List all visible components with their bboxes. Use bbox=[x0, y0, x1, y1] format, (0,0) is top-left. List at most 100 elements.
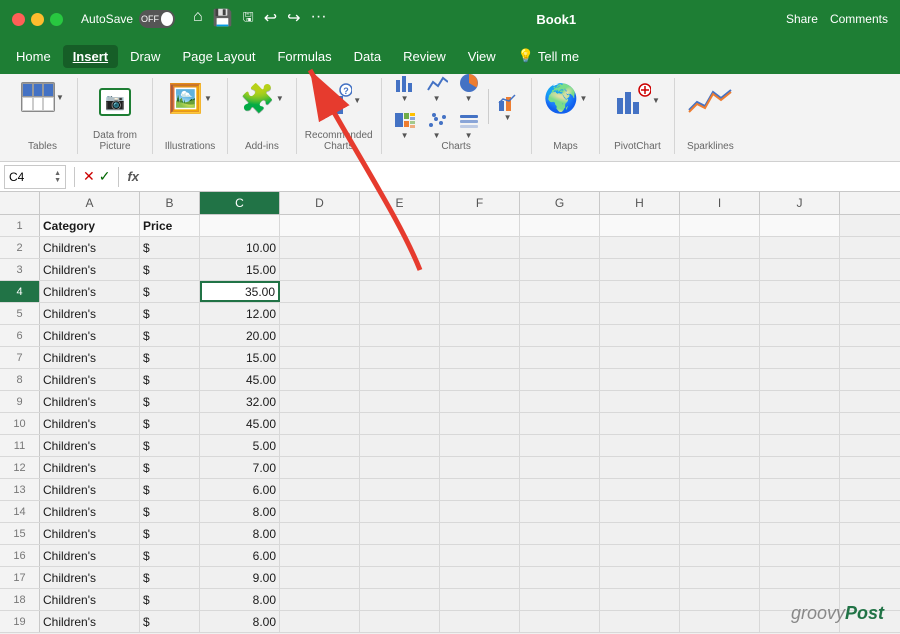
cell-d19[interactable] bbox=[280, 611, 360, 632]
cell-f13[interactable] bbox=[440, 479, 520, 500]
menu-page-layout[interactable]: Page Layout bbox=[172, 45, 265, 68]
cell-c2[interactable]: 10.00 bbox=[200, 237, 280, 258]
cancel-formula-icon[interactable]: ✕ bbox=[83, 168, 95, 185]
cell-a14[interactable]: Children's bbox=[40, 501, 140, 522]
cell-b15[interactable]: $ bbox=[140, 523, 200, 544]
cell-g11[interactable] bbox=[520, 435, 600, 456]
cell-d3[interactable] bbox=[280, 259, 360, 280]
cell-b18[interactable]: $ bbox=[140, 589, 200, 610]
cell-j13[interactable] bbox=[760, 479, 840, 500]
cell-f4[interactable] bbox=[440, 281, 520, 302]
cell-f9[interactable] bbox=[440, 391, 520, 412]
cell-d9[interactable] bbox=[280, 391, 360, 412]
cell-b2[interactable]: $ bbox=[140, 237, 200, 258]
cell-a1[interactable]: Category bbox=[40, 215, 140, 236]
col-header-c[interactable]: C bbox=[200, 192, 280, 214]
cell-f12[interactable] bbox=[440, 457, 520, 478]
cell-b12[interactable]: $ bbox=[140, 457, 200, 478]
cell-i13[interactable] bbox=[680, 479, 760, 500]
cell-j9[interactable] bbox=[760, 391, 840, 412]
cell-j4[interactable] bbox=[760, 281, 840, 302]
cell-h8[interactable] bbox=[600, 369, 680, 390]
cell-j1[interactable] bbox=[760, 215, 840, 236]
menu-tell-me[interactable]: 💡 Tell me bbox=[508, 44, 589, 68]
data-from-picture-button[interactable]: 📷 bbox=[91, 80, 139, 124]
cell-g17[interactable] bbox=[520, 567, 600, 588]
cell-a4[interactable]: Children's bbox=[40, 281, 140, 302]
minimize-button[interactable] bbox=[31, 13, 44, 26]
cell-b8[interactable]: $ bbox=[140, 369, 200, 390]
cell-f1[interactable] bbox=[440, 215, 520, 236]
col-header-i[interactable]: I bbox=[680, 192, 760, 214]
cell-b9[interactable]: $ bbox=[140, 391, 200, 412]
maps-button[interactable]: 🌍 ▼ bbox=[540, 80, 592, 117]
cell-g18[interactable] bbox=[520, 589, 600, 610]
cell-f7[interactable] bbox=[440, 347, 520, 368]
cell-j2[interactable] bbox=[760, 237, 840, 258]
cell-j10[interactable] bbox=[760, 413, 840, 434]
home-icon[interactable]: ⌂ bbox=[193, 8, 203, 30]
cell-c1[interactable] bbox=[200, 215, 280, 236]
cell-a5[interactable]: Children's bbox=[40, 303, 140, 324]
more-icon[interactable]: ··· bbox=[311, 8, 327, 30]
cell-d10[interactable] bbox=[280, 413, 360, 434]
cell-g4[interactable] bbox=[520, 281, 600, 302]
menu-data[interactable]: Data bbox=[344, 45, 391, 68]
cell-i19[interactable] bbox=[680, 611, 760, 632]
cell-h19[interactable] bbox=[600, 611, 680, 632]
cell-d12[interactable] bbox=[280, 457, 360, 478]
cell-f17[interactable] bbox=[440, 567, 520, 588]
cell-c12[interactable]: 7.00 bbox=[200, 457, 280, 478]
cell-g3[interactable] bbox=[520, 259, 600, 280]
cell-a10[interactable]: Children's bbox=[40, 413, 140, 434]
cell-h4[interactable] bbox=[600, 281, 680, 302]
cell-h15[interactable] bbox=[600, 523, 680, 544]
col-header-g[interactable]: G bbox=[520, 192, 600, 214]
pivotchart-button[interactable]: ▼ bbox=[611, 80, 664, 120]
cell-f11[interactable] bbox=[440, 435, 520, 456]
menu-draw[interactable]: Draw bbox=[120, 45, 170, 68]
menu-view[interactable]: View bbox=[458, 45, 506, 68]
cell-e9[interactable] bbox=[360, 391, 440, 412]
cell-g7[interactable] bbox=[520, 347, 600, 368]
cell-a17[interactable]: Children's bbox=[40, 567, 140, 588]
cell-reference-box[interactable]: C4 ▲ ▼ bbox=[4, 165, 66, 189]
cell-h12[interactable] bbox=[600, 457, 680, 478]
cell-e16[interactable] bbox=[360, 545, 440, 566]
cell-h18[interactable] bbox=[600, 589, 680, 610]
cell-i5[interactable] bbox=[680, 303, 760, 324]
cell-h17[interactable] bbox=[600, 567, 680, 588]
cell-j6[interactable] bbox=[760, 325, 840, 346]
cell-c18[interactable]: 8.00 bbox=[200, 589, 280, 610]
cell-f16[interactable] bbox=[440, 545, 520, 566]
cell-a11[interactable]: Children's bbox=[40, 435, 140, 456]
addins-button[interactable]: 🧩 ▼ bbox=[236, 80, 288, 117]
cell-i8[interactable] bbox=[680, 369, 760, 390]
cell-h6[interactable] bbox=[600, 325, 680, 346]
cell-f14[interactable] bbox=[440, 501, 520, 522]
cell-e12[interactable] bbox=[360, 457, 440, 478]
cell-j14[interactable] bbox=[760, 501, 840, 522]
cell-j5[interactable] bbox=[760, 303, 840, 324]
cell-d13[interactable] bbox=[280, 479, 360, 500]
cell-f8[interactable] bbox=[440, 369, 520, 390]
cell-e2[interactable] bbox=[360, 237, 440, 258]
cell-d11[interactable] bbox=[280, 435, 360, 456]
cell-e6[interactable] bbox=[360, 325, 440, 346]
cell-a12[interactable]: Children's bbox=[40, 457, 140, 478]
cell-i17[interactable] bbox=[680, 567, 760, 588]
menu-home[interactable]: Home bbox=[6, 45, 61, 68]
share-icon[interactable]: Share bbox=[786, 12, 818, 26]
cell-a15[interactable]: Children's bbox=[40, 523, 140, 544]
cell-a2[interactable]: Children's bbox=[40, 237, 140, 258]
cell-d16[interactable] bbox=[280, 545, 360, 566]
cell-e14[interactable] bbox=[360, 501, 440, 522]
cell-c5[interactable]: 12.00 bbox=[200, 303, 280, 324]
pivotchart-dropdown-arrow[interactable]: ▼ bbox=[652, 96, 660, 105]
cell-i14[interactable] bbox=[680, 501, 760, 522]
cell-j3[interactable] bbox=[760, 259, 840, 280]
cell-c13[interactable]: 6.00 bbox=[200, 479, 280, 500]
cell-h10[interactable] bbox=[600, 413, 680, 434]
cell-c4[interactable]: 35.00 bbox=[200, 281, 280, 302]
cell-a19[interactable]: Children's bbox=[40, 611, 140, 632]
